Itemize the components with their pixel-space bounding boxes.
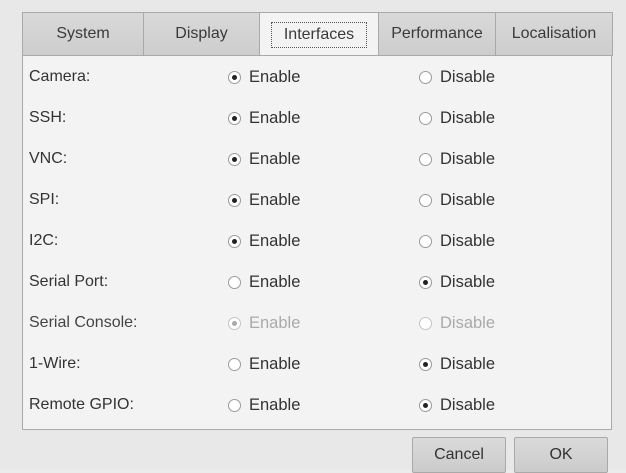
tab-bar: System Display Interfaces Performance Lo… — [22, 12, 613, 57]
interface-row-remote-gpio: Remote GPIO: Enable Disable — [23, 386, 611, 427]
interface-row-i2c: I2C: Enable Disable — [23, 222, 611, 263]
radio-circle-icon — [228, 317, 241, 330]
interface-label-serial-console: Serial Console: — [29, 314, 138, 331]
interface-label-ssh: SSH: — [29, 109, 67, 126]
radio-circle-icon — [228, 153, 241, 166]
radio-circle-icon — [419, 112, 432, 125]
interface-row-serial-console: Serial Console: Enable Disable — [23, 304, 611, 345]
serial-console-enable-radio: Enable — [228, 314, 300, 333]
radio-label: Enable — [249, 191, 301, 209]
interface-label-1-wire: 1-Wire: — [29, 355, 81, 372]
camera-disable-radio[interactable]: Disable — [419, 68, 495, 87]
tab-interfaces-label: Interfaces — [270, 22, 368, 48]
vnc-enable-radio[interactable]: Enable — [228, 150, 300, 169]
radio-circle-icon — [419, 399, 432, 412]
interface-label-remote-gpio: Remote GPIO: — [29, 396, 134, 413]
radio-label: Disable — [440, 232, 496, 250]
radio-label: Disable — [440, 109, 496, 127]
radio-label: Enable — [249, 396, 301, 414]
radio-label: Enable — [249, 109, 301, 127]
radio-circle-icon — [228, 399, 241, 412]
radio-label: Enable — [249, 355, 301, 373]
1-wire-disable-radio[interactable]: Disable — [419, 355, 495, 374]
cancel-button[interactable]: Cancel — [412, 437, 506, 473]
radio-circle-icon — [419, 194, 432, 207]
interfaces-panel: Camera: Enable Disable SSH: Enable Disable VNC… — [22, 55, 612, 430]
radio-circle-icon — [419, 71, 432, 84]
radio-label: Disable — [440, 355, 496, 373]
radio-circle-icon — [419, 235, 432, 248]
cancel-button-label: Cancel — [434, 446, 484, 463]
serial-port-disable-radio[interactable]: Disable — [419, 273, 495, 292]
tab-system[interactable]: System — [22, 12, 144, 56]
radio-label: Disable — [440, 191, 496, 209]
interface-row-camera: Camera: Enable Disable — [23, 58, 611, 99]
1-wire-enable-radio[interactable]: Enable — [228, 355, 300, 374]
serial-port-enable-radio[interactable]: Enable — [228, 273, 300, 292]
radio-circle-icon — [419, 153, 432, 166]
interface-label-spi: SPI: — [29, 191, 60, 208]
vnc-disable-radio[interactable]: Disable — [419, 150, 495, 169]
radio-circle-icon — [228, 235, 241, 248]
tab-localisation[interactable]: Localisation — [495, 12, 613, 56]
tab-display-label: Display — [175, 25, 228, 42]
i2c-enable-radio[interactable]: Enable — [228, 232, 300, 251]
interface-row-ssh: SSH: Enable Disable — [23, 99, 611, 140]
interface-label-serial-port: Serial Port: — [29, 273, 109, 290]
interface-row-serial-port: Serial Port: Enable Disable — [23, 263, 611, 304]
interface-label-camera: Camera: — [29, 68, 91, 85]
interface-row-vnc: VNC: Enable Disable — [23, 140, 611, 181]
radio-label: Enable — [249, 150, 301, 168]
radio-label: Disable — [440, 68, 496, 86]
serial-console-disable-radio: Disable — [419, 314, 495, 333]
radio-circle-icon — [228, 112, 241, 125]
radio-circle-icon — [228, 71, 241, 84]
tab-system-label: System — [56, 25, 110, 42]
raspberry-pi-configuration-window: System Display Interfaces Performance Lo… — [0, 0, 626, 473]
spi-enable-radio[interactable]: Enable — [228, 191, 300, 210]
radio-circle-icon — [228, 276, 241, 289]
radio-label: Enable — [249, 232, 301, 250]
i2c-disable-radio[interactable]: Disable — [419, 232, 495, 251]
ssh-enable-radio[interactable]: Enable — [228, 109, 300, 128]
tab-performance[interactable]: Performance — [378, 12, 496, 56]
ok-button-label: OK — [549, 446, 573, 463]
radio-label: Disable — [440, 396, 496, 414]
interface-row-spi: SPI: Enable Disable — [23, 181, 611, 222]
radio-label: Disable — [440, 273, 496, 291]
radio-label: Enable — [249, 273, 301, 291]
radio-label: Disable — [440, 150, 496, 168]
interface-label-vnc: VNC: — [29, 150, 68, 167]
tab-performance-label: Performance — [391, 25, 483, 42]
radio-circle-icon — [228, 358, 241, 371]
tab-interfaces[interactable]: Interfaces — [259, 12, 379, 57]
ok-button[interactable]: OK — [514, 437, 608, 473]
interface-label-i2c: I2C: — [29, 232, 59, 249]
radio-label: Enable — [249, 314, 301, 332]
remote-gpio-enable-radio[interactable]: Enable — [228, 396, 300, 415]
tab-display[interactable]: Display — [143, 12, 260, 56]
radio-label: Enable — [249, 68, 301, 86]
radio-label: Disable — [440, 314, 496, 332]
radio-circle-icon — [228, 194, 241, 207]
radio-circle-icon — [419, 358, 432, 371]
remote-gpio-disable-radio[interactable]: Disable — [419, 396, 495, 415]
ssh-disable-radio[interactable]: Disable — [419, 109, 495, 128]
interface-row-1-wire: 1-Wire: Enable Disable — [23, 345, 611, 386]
radio-circle-icon — [419, 276, 432, 289]
radio-circle-icon — [419, 317, 432, 330]
tab-localisation-label: Localisation — [511, 25, 597, 42]
camera-enable-radio[interactable]: Enable — [228, 68, 300, 87]
spi-disable-radio[interactable]: Disable — [419, 191, 495, 210]
